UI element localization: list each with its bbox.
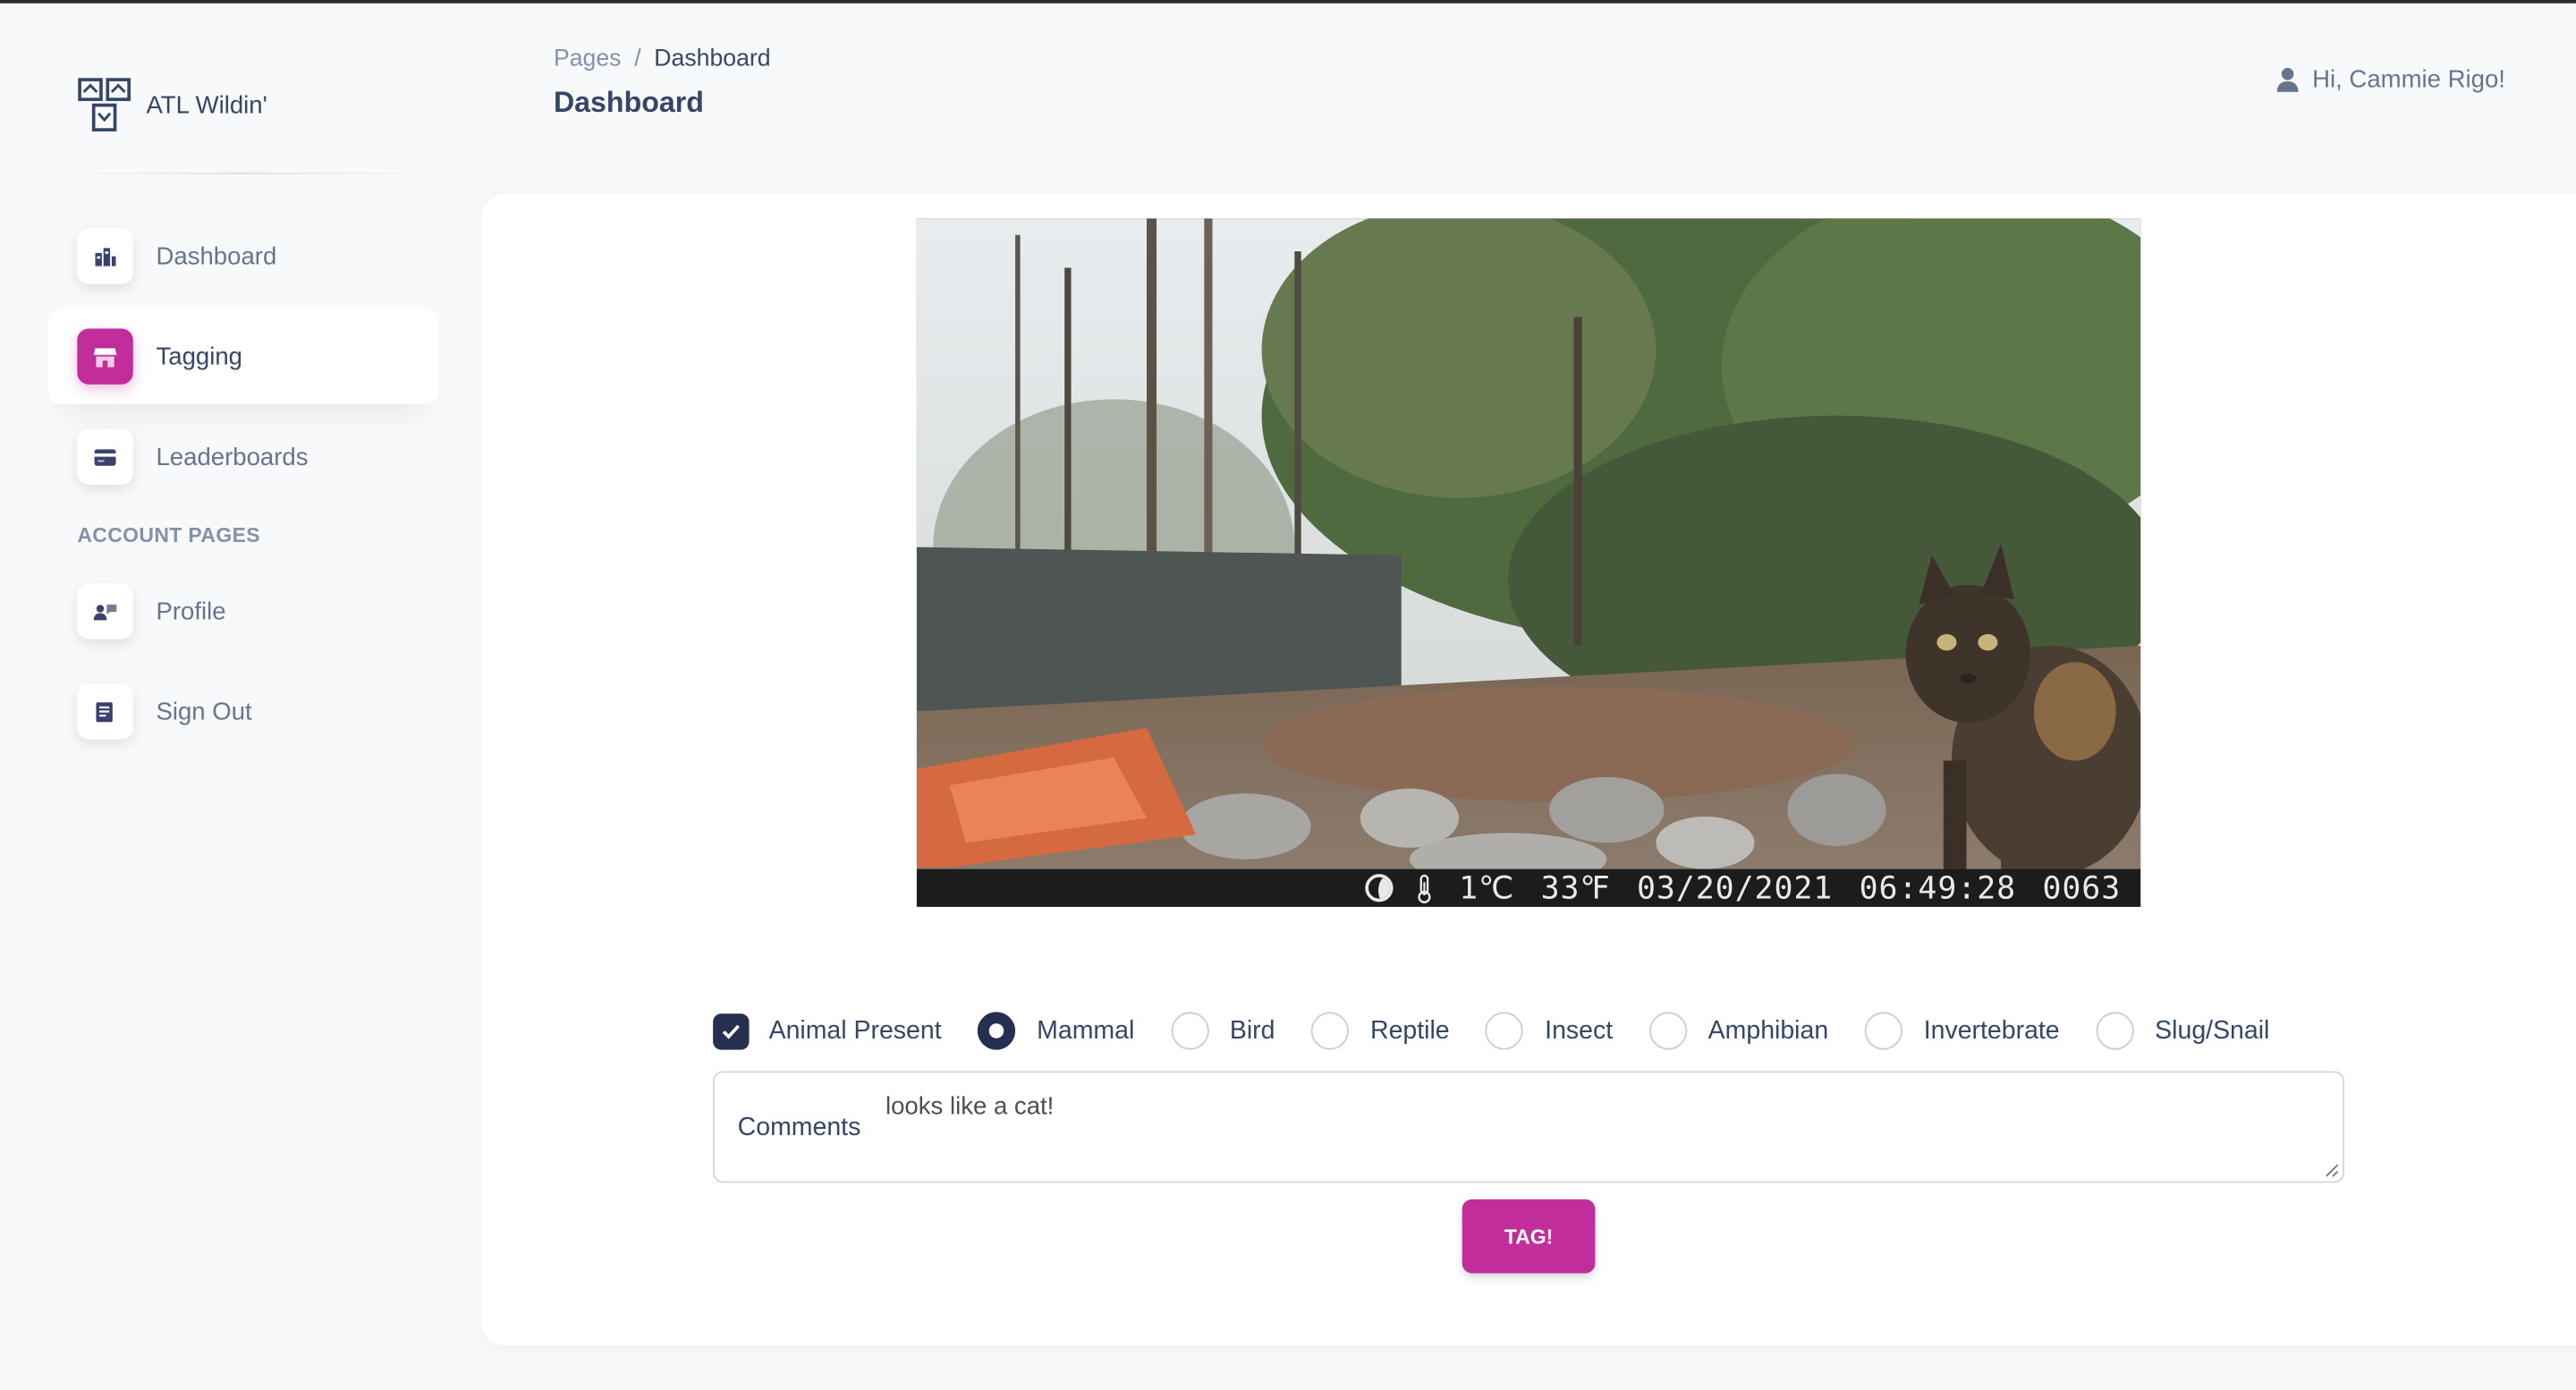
radio-slug-snail[interactable]: Slug/Snail [2096,1012,2270,1050]
radio-button[interactable] [1486,1012,1524,1050]
user-menu[interactable]: Hi, Cammie Rigo! [2277,65,2505,94]
radio-label: Insect [1545,1015,1614,1045]
sidebar-item-tagging[interactable]: Tagging [47,309,439,404]
page-title: Dashboard [553,85,704,119]
radio-button[interactable] [1170,1012,1208,1050]
sidebar-item-leaderboards[interactable]: Leaderboards [47,409,438,504]
sidebar-item-label: Sign Out [156,697,252,725]
radio-label: Mammal [1037,1015,1135,1045]
sidebar-item-label: Leaderboards [156,442,309,471]
credit-card-icon [77,428,133,485]
sidebar-item-profile[interactable]: Profile [47,564,438,659]
animal-present-checkbox[interactable]: Animal Present [713,1013,942,1049]
breadcrumb-current: Dashboard [654,46,771,72]
breadcrumb-separator: / [634,46,641,72]
tag-submit-button[interactable]: TAG! [1462,1199,1596,1274]
divider [49,172,441,174]
radio-insect[interactable]: Insect [1486,1012,1614,1050]
photo-image [916,218,2141,907]
user-icon [2277,67,2300,92]
sidebar-item-dashboard[interactable]: Dashboard [47,208,438,304]
breadcrumb-pages-link[interactable]: Pages [554,46,622,72]
radio-button[interactable] [978,1012,1016,1050]
greeting-text: Hi, Cammie Rigo! [2312,65,2505,94]
radio-label: Bird [1229,1015,1275,1045]
dashboard-icon [77,228,133,284]
temperature-fahrenheit: 33℉ [1540,869,1611,906]
store-icon [77,328,133,385]
tagging-card: 1℃ 33℉ 03/20/2021 06:49:28 0063 Animal P… [481,193,2576,1346]
radio-button[interactable] [1310,1012,1350,1050]
radio-amphibian[interactable]: Amphibian [1648,1012,1829,1050]
app-root: ATL Wildin' Dashboard Tagging Leaderboar… [0,0,2576,1390]
radio-label: Amphibian [1707,1015,1829,1045]
moon-phase-icon [1365,874,1394,903]
sidebar-nav: Dashboard Tagging Leaderboards ACCOUNT P… [47,208,439,764]
sidebar-item-sign-out[interactable]: Sign Out [47,664,438,759]
camera-info-bar: 1℃ 33℉ 03/20/2021 06:49:28 0063 [916,869,2141,907]
breadcrumb: Pages / Dashboard [554,46,771,72]
radio-label: Invertebrate [1923,1015,2060,1045]
frame-counter: 0063 [2042,869,2122,906]
tag-options: Animal Present Mammal Bird Reptile Insec… [713,1012,2306,1050]
radio-label: Reptile [1370,1015,1450,1045]
radio-button[interactable] [2096,1012,2134,1050]
sidebar-item-label: Dashboard [156,242,277,271]
comments-label: Comments [737,1114,861,1142]
sidebar-item-label: Tagging [156,342,242,371]
logo-icon [78,78,131,131]
check-icon[interactable] [713,1013,750,1049]
radio-reptile[interactable]: Reptile [1310,1012,1450,1050]
profile-icon [77,583,133,640]
capture-date: 03/20/2021 [1636,869,1834,906]
radio-button[interactable] [1864,1012,1902,1050]
comments-field[interactable]: Comments looks like a cat! [713,1071,2344,1183]
radio-mammal[interactable]: Mammal [978,1012,1135,1050]
comments-input[interactable]: looks like a cat! [886,1092,1054,1120]
account-pages-heading: ACCOUNT PAGES [77,523,260,547]
thermometer-icon [1418,873,1431,903]
temperature-celsius: 1℃ [1459,869,1515,906]
sidebar-item-label: Profile [156,597,226,625]
radio-bird[interactable]: Bird [1170,1012,1275,1050]
capture-time: 06:49:28 [1859,869,2017,906]
brand-name: ATL Wildin' [146,90,267,120]
resize-handle-icon[interactable] [2323,1162,2339,1178]
animal-present-label: Animal Present [768,1015,942,1045]
radio-label: Slug/Snail [2155,1015,2270,1045]
document-icon [77,683,133,740]
brand[interactable]: ATL Wildin' [77,77,267,132]
trail-camera-photo: 1℃ 33℉ 03/20/2021 06:49:28 0063 [916,218,2141,907]
radio-invertebrate[interactable]: Invertebrate [1864,1012,2060,1050]
radio-button[interactable] [1648,1012,1687,1050]
